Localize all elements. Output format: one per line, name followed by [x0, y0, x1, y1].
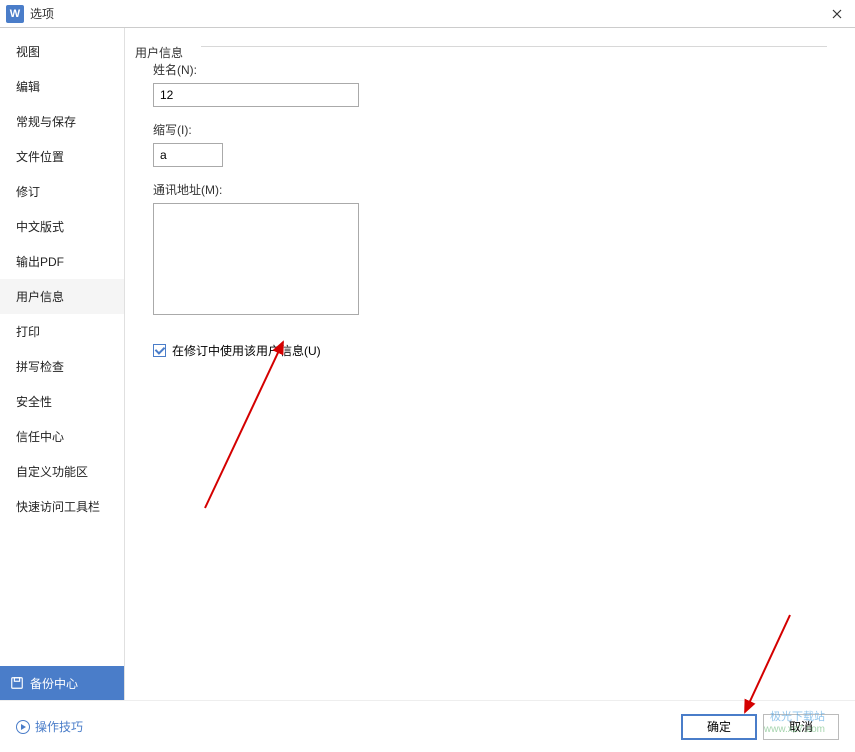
sidebar-item-general-save[interactable]: 常规与保存 [0, 104, 124, 139]
close-button[interactable] [825, 4, 849, 24]
titlebar: W 选项 [0, 0, 855, 28]
close-icon [832, 9, 842, 19]
sidebar-item-revision[interactable]: 修订 [0, 174, 124, 209]
sidebar-item-export-pdf[interactable]: 输出PDF [0, 244, 124, 279]
use-in-revision-label: 在修订中使用该用户信息(U) [172, 342, 321, 359]
sidebar-list: 视图 编辑 常规与保存 文件位置 修订 中文版式 输出PDF 用户信息 打印 拼… [0, 34, 124, 666]
sidebar-item-quick-access[interactable]: 快速访问工具栏 [0, 489, 124, 524]
sidebar-item-view[interactable]: 视图 [0, 34, 124, 69]
backup-center-button[interactable]: 备份中心 [0, 666, 124, 700]
app-icon: W [6, 5, 24, 23]
sidebar-item-customize-ribbon[interactable]: 自定义功能区 [0, 454, 124, 489]
sidebar-item-file-location[interactable]: 文件位置 [0, 139, 124, 174]
user-info-section: 用户信息 姓名(N): 缩写(I): 通讯地址(M): 在修订中使用该用户信息(… [135, 46, 837, 359]
address-label: 通讯地址(M): [153, 181, 827, 198]
name-group: 姓名(N): [153, 61, 827, 107]
ok-button[interactable]: 确定 [681, 714, 757, 740]
sidebar-item-spellcheck[interactable]: 拼写检查 [0, 349, 124, 384]
sidebar-item-user-info[interactable]: 用户信息 [0, 279, 124, 314]
sidebar-item-chinese-layout[interactable]: 中文版式 [0, 209, 124, 244]
name-label: 姓名(N): [153, 61, 827, 78]
sidebar-item-security[interactable]: 安全性 [0, 384, 124, 419]
tips-link[interactable]: 操作技巧 [16, 718, 83, 735]
address-textarea[interactable] [153, 203, 359, 315]
dialog-footer: 操作技巧 确定 取消 [0, 700, 855, 752]
initials-label: 缩写(I): [153, 121, 827, 138]
backup-center-label: 备份中心 [30, 675, 78, 692]
name-input[interactable] [153, 83, 359, 107]
sidebar-item-trust-center[interactable]: 信任中心 [0, 419, 124, 454]
sidebar-item-print[interactable]: 打印 [0, 314, 124, 349]
initials-input[interactable] [153, 143, 223, 167]
dialog-body: 视图 编辑 常规与保存 文件位置 修订 中文版式 输出PDF 用户信息 打印 拼… [0, 28, 855, 700]
dialog-title: 选项 [30, 5, 825, 22]
address-group: 通讯地址(M): [153, 181, 827, 318]
initials-group: 缩写(I): [153, 121, 827, 167]
play-icon [16, 720, 30, 734]
section-title: 用户信息 [135, 44, 187, 61]
content-panel: 用户信息 姓名(N): 缩写(I): 通讯地址(M): 在修订中使用该用户信息(… [125, 28, 855, 700]
cancel-button[interactable]: 取消 [763, 714, 839, 740]
use-in-revision-row: 在修订中使用该用户信息(U) [153, 342, 827, 359]
use-in-revision-checkbox[interactable] [153, 344, 166, 357]
sidebar: 视图 编辑 常规与保存 文件位置 修订 中文版式 输出PDF 用户信息 打印 拼… [0, 28, 125, 700]
tips-label: 操作技巧 [35, 718, 83, 735]
sidebar-item-edit[interactable]: 编辑 [0, 69, 124, 104]
backup-icon [10, 676, 24, 690]
section-divider [201, 46, 827, 47]
